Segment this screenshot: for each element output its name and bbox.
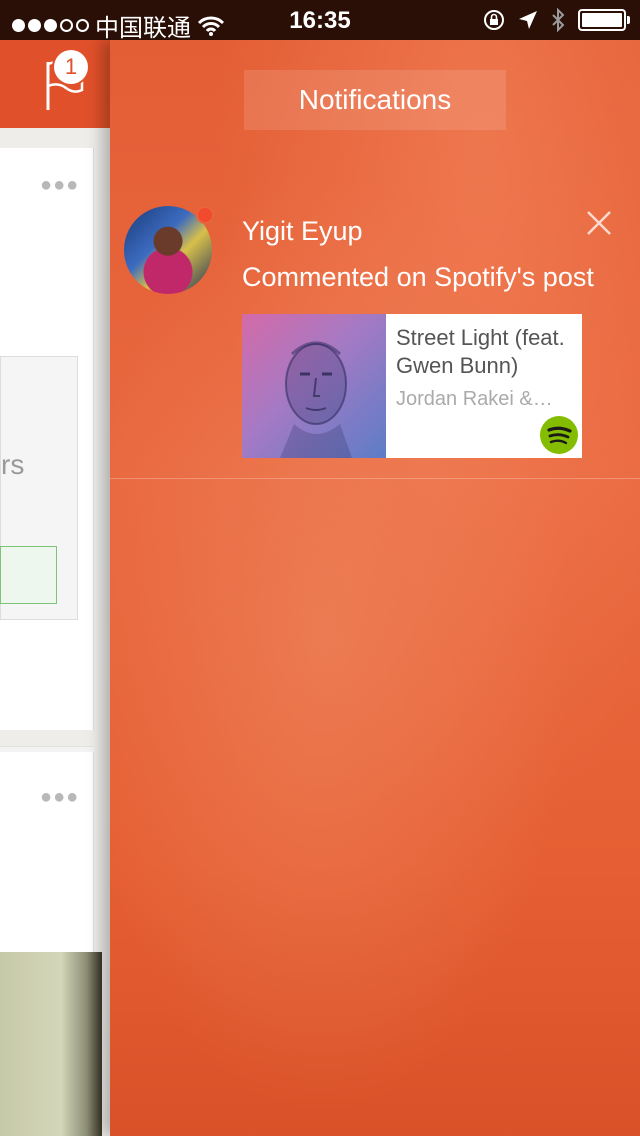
more-options-icon[interactable]: ●●● (40, 174, 79, 197)
divider (110, 478, 640, 479)
feed-card: ●●● rs (0, 148, 94, 838)
status-bar: 中国联通 16:35 (0, 0, 640, 42)
feed-photo[interactable] (0, 952, 102, 1136)
unread-indicator (196, 206, 214, 224)
spotify-icon (540, 416, 578, 454)
rotation-lock-icon (484, 10, 504, 30)
bluetooth-icon (552, 8, 565, 32)
notifications-title: Notifications (244, 70, 506, 130)
location-arrow-icon (519, 11, 537, 29)
main-header: 1 (0, 40, 110, 128)
notifications-panel: Notifications Yigit Eyup Commented on Sp… (110, 40, 640, 1136)
battery-icon (578, 9, 630, 31)
notification-action-text: Commented on Spotify's post (242, 262, 594, 292)
avatar[interactable] (124, 206, 214, 296)
main-feed-panel[interactable]: 1 ●●● rs ●●● (0, 40, 110, 1136)
notification-count-badge: 1 (54, 50, 88, 84)
track-card[interactable]: Street Light (feat. Gwen Bunn) Jordan Ra… (242, 314, 582, 458)
more-options-icon[interactable]: ●●● (40, 786, 79, 809)
notification-user-name[interactable]: Yigit Eyup (242, 216, 363, 247)
card-action-button[interactable] (0, 546, 57, 604)
track-title: Street Light (feat. Gwen Bunn) (396, 325, 565, 378)
track-artist: Jordan Rakei &… (396, 388, 553, 410)
album-cover (242, 314, 386, 458)
portrait-image (280, 341, 352, 458)
close-icon[interactable] (584, 208, 614, 238)
card-embed-text: rs (1, 449, 25, 480)
status-right (482, 8, 630, 32)
notifications-toggle-button[interactable]: 1 (44, 50, 94, 112)
